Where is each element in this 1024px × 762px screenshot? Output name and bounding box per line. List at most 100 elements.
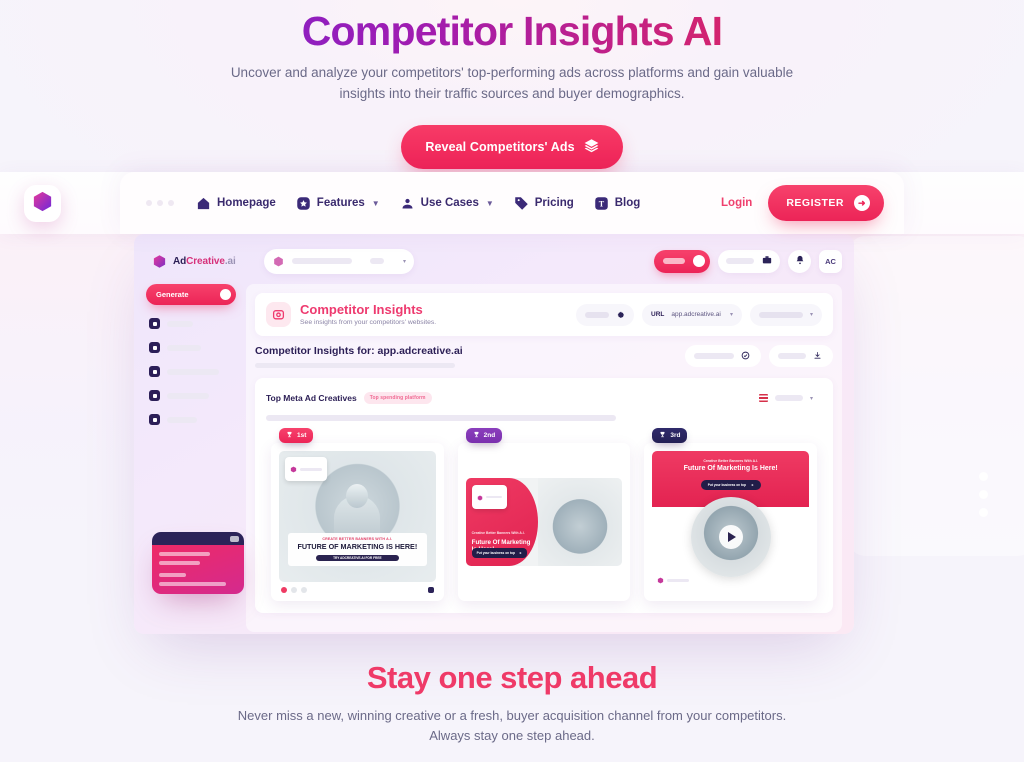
app-topbar-actions: AC <box>654 249 842 273</box>
nav-item-blog[interactable]: T Blog <box>594 196 641 211</box>
decorative-dots <box>979 472 988 526</box>
ad-creative-box-1: CREATE BETTER BANNERS WITH A.I. FUTURE O… <box>271 443 444 601</box>
save-icon <box>427 587 434 593</box>
ad-kicker-2: Creative Better Banners With A.I. <box>471 531 525 535</box>
avatar[interactable]: AC <box>819 249 842 273</box>
login-link[interactable]: Login <box>721 197 752 209</box>
competitor-insights-panel: Competitor Insights See insights from yo… <box>255 293 833 336</box>
users-icon <box>400 196 415 211</box>
gear-icon <box>616 306 625 324</box>
like-icon <box>281 587 287 593</box>
export-placeholder <box>778 353 806 359</box>
sidebar-label-placeholder <box>167 392 209 399</box>
floating-card-topbar <box>152 532 244 545</box>
decorative-panel <box>849 236 1024 556</box>
panel-extra-control[interactable]: ▾ <box>750 303 822 326</box>
app-logo-creative: Creative <box>186 255 225 267</box>
insights-export-control[interactable] <box>769 345 833 367</box>
app-primary-action-button[interactable] <box>654 249 710 273</box>
insights-for-row: Competitor Insights for: app.adcreative.… <box>255 345 833 368</box>
target-icon <box>149 390 160 401</box>
top-navigation-bar: Homepage Features ▼ Use Cases ▼ Pricing … <box>120 172 904 234</box>
rank-badge-2: 2nd <box>465 428 503 443</box>
app-search-pill[interactable] <box>718 249 780 273</box>
nav-item-features[interactable]: Features ▼ <box>296 196 380 211</box>
sidebar-label-placeholder <box>167 416 197 423</box>
url-label: URL <box>651 311 665 318</box>
nav-item-use-cases[interactable]: Use Cases ▼ <box>400 196 494 211</box>
register-button-label: REGISTER <box>786 197 844 209</box>
nav-label-blog: Blog <box>614 197 641 209</box>
sidebar-item-audience[interactable] <box>146 390 236 401</box>
ad-creative-image-3: Creative Better Banners With A.I. Future… <box>652 451 810 593</box>
adcreative-cube-icon <box>477 488 483 506</box>
ad-brand-pill <box>285 457 327 481</box>
url-value: app.adcreative.ai <box>671 311 721 318</box>
app-logo[interactable]: AdCreative.ai <box>146 254 264 269</box>
insights-for-title: Competitor Insights for: app.adcreative.… <box>255 345 463 357</box>
panel-header-row: Competitor Insights See insights from yo… <box>266 302 822 327</box>
ad-kicker-3: Creative Better Banners With A.I. <box>703 459 759 463</box>
rank-badge-3: 3rd <box>652 428 688 443</box>
trophy-icon <box>659 431 666 440</box>
rank-label-3: 3rd <box>670 432 681 439</box>
window-dots <box>146 200 174 206</box>
generate-button[interactable]: Generate <box>146 284 236 305</box>
ad-creative-card-1[interactable]: 1st CREATE BETTER BANNERS WITH A.I. FUTU… <box>271 428 444 601</box>
ad-copy-2: Creative Better Banners With A.I. Future… <box>465 478 538 566</box>
panel-settings-control[interactable] <box>576 303 634 326</box>
ad-headline-1: FUTURE OF MARKETING IS HERE! <box>297 541 418 551</box>
play-icon[interactable] <box>718 525 743 549</box>
ad-creatives-list: 1st CREATE BETTER BANNERS WITH A.I. FUTU… <box>266 428 822 601</box>
trophy-icon <box>286 431 293 440</box>
video-thumbnail <box>690 497 771 577</box>
sidebar-item-settings[interactable] <box>146 414 236 425</box>
app-logo-dotai: .ai <box>224 255 236 267</box>
url-input[interactable]: URL app.adcreative.ai ▾ <box>642 303 742 326</box>
adcreative-cube-icon <box>290 460 297 478</box>
generate-button-label: Generate <box>156 290 189 299</box>
ad-creative-box-2: Creative Better Banners With A.I. Future… <box>457 443 631 601</box>
ad-creative-box-3: Creative Better Banners With A.I. Future… <box>644 443 818 601</box>
ad-headline-3: Future Of Marketing Is Here! <box>683 465 778 472</box>
nav-label-use-cases: Use Cases <box>420 197 479 209</box>
nav-item-pricing[interactable]: Pricing <box>514 196 574 211</box>
sidebar-item-insights[interactable] <box>146 366 236 377</box>
app-body: Generate Competitor Insights See insight… <box>146 284 842 632</box>
rank-label-2: 2nd <box>483 432 496 439</box>
sidebar-item-images[interactable] <box>146 342 236 353</box>
meta-card-subtitle-placeholder <box>266 415 616 421</box>
home-icon <box>196 196 211 211</box>
extra-control-placeholder <box>759 311 803 318</box>
bell-icon <box>795 252 805 270</box>
trophy-icon <box>473 431 480 440</box>
panel-title: Competitor Insights <box>300 301 423 317</box>
nav-item-homepage[interactable]: Homepage <box>196 196 276 211</box>
brand-logo-badge[interactable] <box>24 185 61 222</box>
adcreative-cube-icon <box>31 190 54 218</box>
app-main-content: Competitor Insights See insights from yo… <box>246 284 842 632</box>
ad-brand-placeholder <box>667 578 690 582</box>
footer-subtitle: Never miss a new, winning creative or a … <box>237 708 787 744</box>
ad-creative-card-3[interactable]: 3rd Creative Better Banners With A.I. Fu… <box>644 428 818 601</box>
country-selector[interactable]: ▾ <box>750 387 822 409</box>
sidebar-label-placeholder <box>167 368 219 375</box>
floating-decorative-card <box>152 532 244 594</box>
notifications-button[interactable] <box>788 249 811 273</box>
ad-creative-image-1: CREATE BETTER BANNERS WITH A.I. FUTURE O… <box>279 451 436 582</box>
star-badge-icon <box>296 196 311 211</box>
ad-brand-placeholder <box>300 467 322 471</box>
rank-badge-1: 1st <box>279 428 314 443</box>
floating-card-line <box>159 561 200 565</box>
comment-icon <box>291 587 297 593</box>
settings-label-placeholder <box>585 311 609 318</box>
reveal-competitors-ads-button[interactable]: Reveal Competitors' Ads <box>401 125 623 170</box>
ad-creative-card-2[interactable]: 2nd Creative Better Banners With A.I. Fu… <box>457 428 631 601</box>
project-selector[interactable]: ▾ <box>264 248 414 274</box>
chevron-down-icon: ▼ <box>371 198 380 208</box>
app-topbar: AdCreative.ai ▾ AC <box>146 246 842 276</box>
ad-brand-pill <box>471 485 507 509</box>
register-button[interactable]: REGISTER ➜ <box>768 185 884 221</box>
sidebar-item-dashboard[interactable] <box>146 318 236 329</box>
insights-status-control[interactable] <box>685 345 761 367</box>
